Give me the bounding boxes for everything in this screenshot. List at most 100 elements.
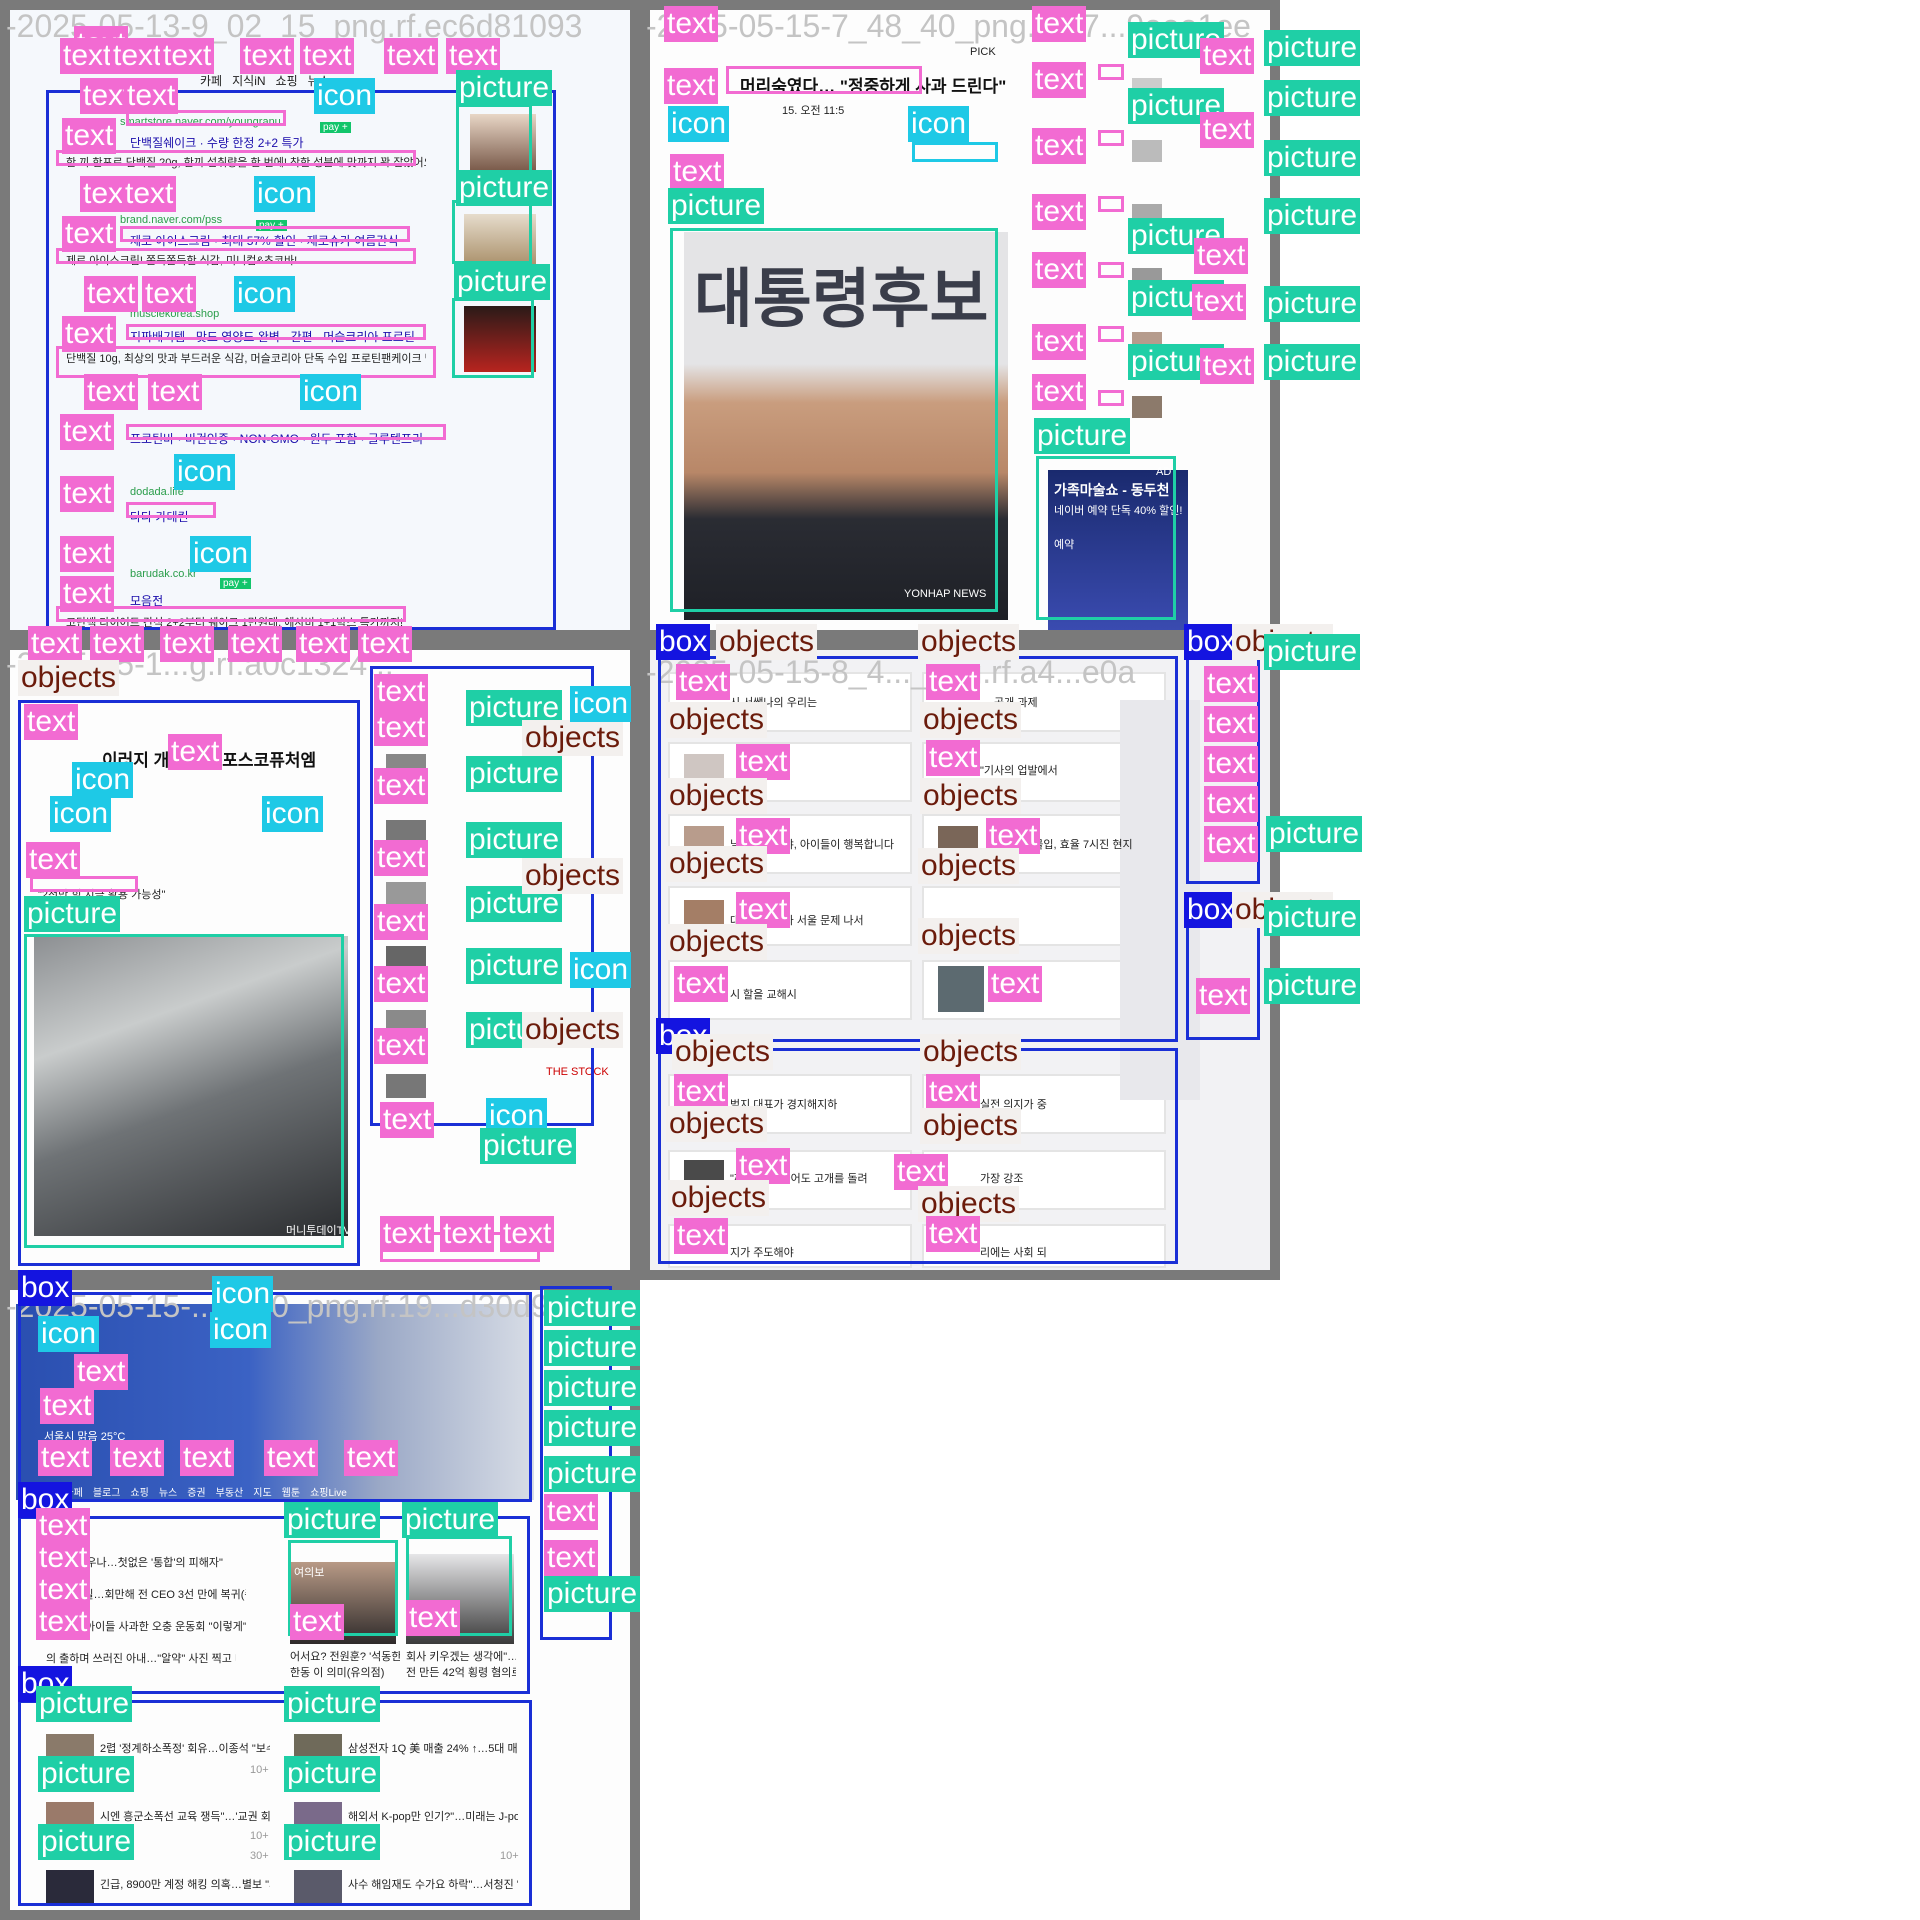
- nav-cafe[interactable]: 카페: [200, 74, 222, 88]
- list-thumb[interactable]: [46, 1870, 94, 1904]
- label-text: text: [926, 1216, 981, 1252]
- list-thumb[interactable]: [386, 882, 426, 906]
- label-text: text: [374, 768, 429, 804]
- label-text: text: [664, 68, 719, 104]
- label-icon: icon: [174, 454, 236, 490]
- factory-video-thumbnail[interactable]: [34, 936, 348, 1236]
- label-picture: picture: [466, 756, 563, 792]
- feed-title[interactable]: 지가 주도해야: [730, 1244, 794, 1260]
- product-photo-icecream[interactable]: [464, 214, 536, 270]
- label-objects: objects: [666, 924, 768, 960]
- side-thumb[interactable]: [1132, 140, 1162, 162]
- label-text: text: [374, 674, 429, 710]
- list-title[interactable]: 시엔 흥군소폭선 교육 쟁득"…'교권 회복 회우선" 전망: [100, 1808, 270, 1824]
- ad-title-6[interactable]: 모음전: [130, 592, 163, 609]
- list-title[interactable]: 사수 해임재도 수가요 하락"…서청진 '인 한드 해제 보류': [348, 1876, 518, 1892]
- ad-url-2[interactable]: brand.naver.com/pss: [120, 214, 222, 226]
- menu-map[interactable]: 지도: [253, 1484, 271, 1499]
- list-title[interactable]: 긴급, 8900만 계정 해킹 의혹…별보 "시스템 해킹 아니, 지: [100, 1876, 270, 1892]
- label-picture: picture: [1264, 80, 1361, 116]
- label-text: text: [300, 38, 355, 74]
- label-picture: picture: [402, 1502, 499, 1538]
- news-headline[interactable]: 의 출하며 쓰러진 아내…"알약" 사진 찍고 테니스 간 남편: [46, 1650, 236, 1666]
- label-text: text: [36, 1604, 91, 1640]
- card-caption[interactable]: 어서요? 전원훈? '석동한 김은수 협조: [290, 1648, 400, 1664]
- menu-shoplive[interactable]: 쇼핑Live: [310, 1484, 347, 1499]
- feed-title[interactable]: 가장 강조: [980, 1170, 1024, 1186]
- ad-url-6[interactable]: barudak.co.kr: [130, 568, 197, 580]
- article-headline[interactable]: 머리숙였다… "정중하게 사과 드린다": [740, 72, 1006, 97]
- nav-kin[interactable]: 지식iN: [232, 74, 265, 88]
- list-title[interactable]: 해외서 K-pop만 인기?"…미래는 J-pop도 된다: [348, 1808, 518, 1824]
- menu-news[interactable]: 뉴스: [159, 1484, 177, 1499]
- menu-shopping[interactable]: 쇼핑: [130, 1484, 148, 1499]
- label-text: text: [736, 744, 791, 780]
- list-thumb[interactable]: [294, 1870, 342, 1904]
- label-box: box: [1184, 624, 1239, 660]
- product-photo-shake[interactable]: [470, 114, 536, 178]
- label-text: text: [24, 704, 79, 740]
- product-photo-protein[interactable]: [464, 306, 536, 372]
- label-text: text: [736, 892, 791, 928]
- label-picture: picture: [544, 1290, 641, 1326]
- card-sub: 전 만든 42억 횡령 혐의로 재수: [406, 1667, 516, 1679]
- feed-thumb[interactable]: [938, 966, 984, 1012]
- label-text: text: [90, 626, 145, 662]
- label-objects: objects: [716, 624, 818, 660]
- pick-badge: PICK: [970, 46, 996, 58]
- label-text: text: [674, 966, 729, 1002]
- list-title[interactable]: 삼성전자 1Q 美 매출 24% ↑…5대 매출처 열퍼진 전망: [348, 1740, 518, 1756]
- menu-realestate[interactable]: 부동산: [216, 1484, 244, 1499]
- feed-title[interactable]: "기사의 업발에서: [980, 762, 1058, 778]
- label-objects: objects: [920, 1034, 1022, 1070]
- label-text: text: [1200, 38, 1255, 74]
- label-text: text: [926, 740, 981, 776]
- label-text: text: [240, 38, 295, 74]
- label-picture: picture: [1264, 968, 1361, 1004]
- label-icon: icon: [570, 686, 632, 722]
- label-icon: icon: [262, 796, 324, 832]
- ad-url-1[interactable]: smartstore.naver.com/youngranu: [120, 116, 281, 128]
- card-caption[interactable]: 회사 키우겠는 생각에"…화방을,: [406, 1648, 516, 1664]
- ad-title-3[interactable]: 지짜배기템 · 맛도 영양도 완벽 · 간편 · 머슬코리아 프로틴: [130, 328, 415, 345]
- label-icon: icon: [50, 796, 112, 832]
- menu-webtoon[interactable]: 웹툰: [282, 1484, 300, 1499]
- ad-title-2[interactable]: 제로 아이스크림 · 최대 57% 할인 · 제로슈가 여름간식: [130, 232, 398, 249]
- label-picture: picture: [668, 188, 765, 224]
- label-text: text: [736, 1148, 791, 1184]
- label-icon: icon: [38, 1316, 100, 1352]
- label-objects: objects: [920, 1108, 1022, 1144]
- label-picture: picture: [36, 1686, 133, 1722]
- label-icon: icon: [212, 1276, 274, 1312]
- menu-blog[interactable]: 블로그: [93, 1484, 121, 1499]
- ad-desc-1: 한 끼 한포로 단백질 20g, 한끼 섭취량을 한 번에! 착한 성분에 맛까…: [66, 157, 426, 169]
- label-text: text: [1204, 746, 1259, 782]
- ad-title[interactable]: 가족마술쇼 - 동두천: [1054, 480, 1169, 500]
- ad-title-4[interactable]: 프로틴바 · 비건인증 · NON-GMO · 원두 포함 · 글루텐프리: [130, 430, 423, 447]
- label-icon: icon: [234, 276, 296, 312]
- portal-menu: 메일 카페 블로그 쇼핑 뉴스 증권 부동산 지도 웹툰 쇼핑Live: [36, 1484, 347, 1499]
- side-thumb[interactable]: [1132, 396, 1162, 418]
- label-objects: objects: [672, 1034, 774, 1070]
- label-text: text: [160, 626, 215, 662]
- label-text: text: [1032, 252, 1087, 288]
- label-text: text: [36, 1572, 91, 1608]
- label-objects: objects: [920, 778, 1022, 814]
- label-text: text: [1032, 194, 1087, 230]
- feed-title[interactable]: 리에는 사회 되: [980, 1244, 1047, 1260]
- label-picture: picture: [544, 1330, 641, 1366]
- menu-stock[interactable]: 증권: [187, 1484, 205, 1499]
- list-title[interactable]: 2렵 '정계하소폭정' 회유…이종석 "보수 진영 절단 내놓고: [100, 1740, 270, 1756]
- ad-title-1[interactable]: 단백질쉐이크 · 수량 한정 2+2 특가: [130, 134, 304, 151]
- label-picture: picture: [544, 1410, 641, 1446]
- list-thumb[interactable]: [386, 1074, 426, 1098]
- label-objects: objects: [918, 918, 1020, 954]
- photo-credit: YONHAP NEWS: [904, 588, 987, 600]
- label-picture: picture: [466, 822, 563, 858]
- ad-title-5[interactable]: 다다 카테킨: [130, 508, 189, 525]
- label-text: text: [374, 710, 429, 746]
- label-text: text: [1204, 786, 1259, 822]
- feed-title[interactable]: 시 할을 교해시: [730, 986, 797, 1002]
- label-text: text: [1192, 284, 1247, 320]
- nav-shopping[interactable]: 쇼핑: [276, 74, 298, 88]
